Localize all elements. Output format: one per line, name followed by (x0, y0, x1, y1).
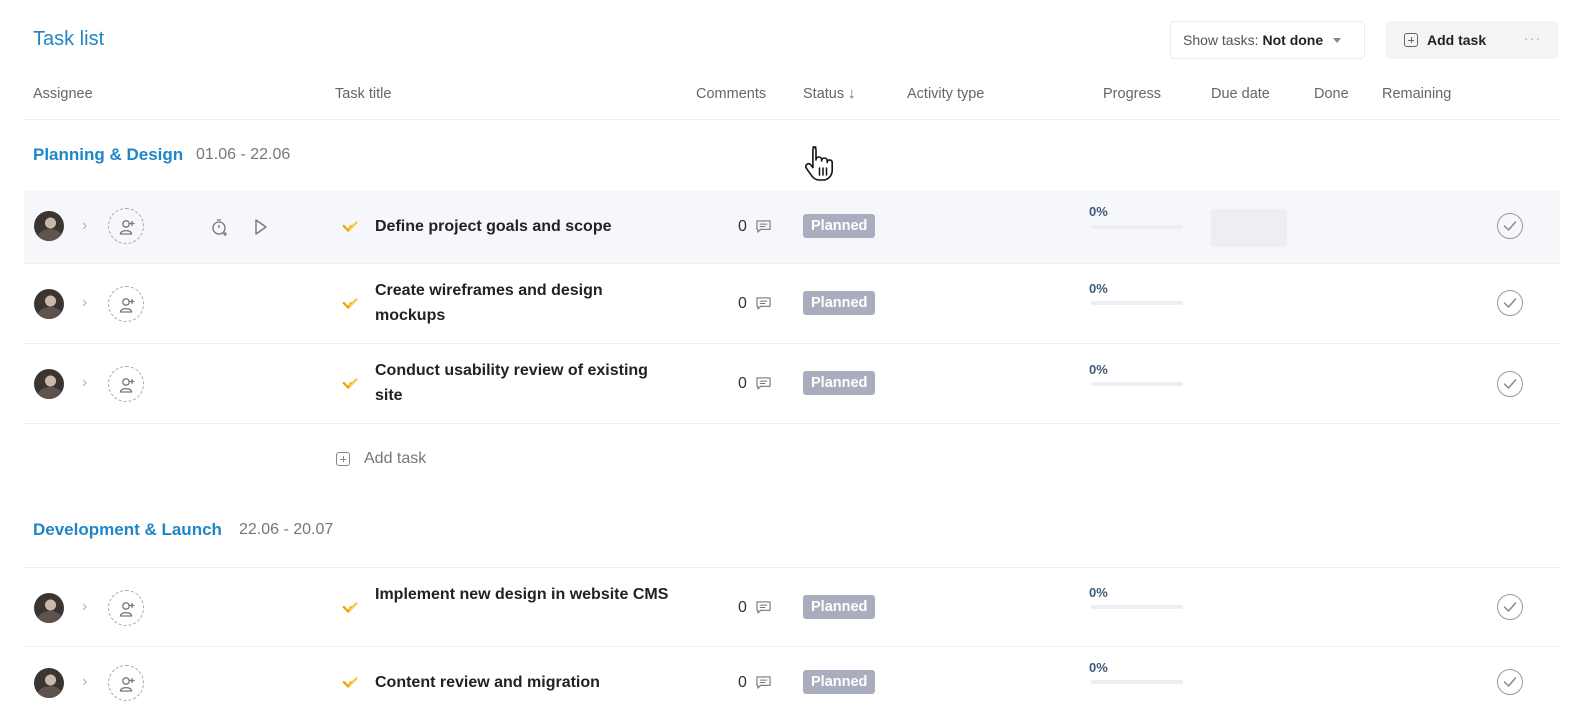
avatar[interactable] (34, 593, 64, 623)
status-badge[interactable]: Planned (803, 291, 876, 315)
plus-box-icon (336, 452, 350, 466)
page-title: Task list (33, 28, 105, 50)
task-row[interactable]: › Create wireframes and design mockups 0… (24, 264, 1560, 344)
status-badge[interactable]: Planned (803, 214, 876, 238)
comment-count: 0 (738, 375, 747, 392)
chevron-right-icon[interactable]: › (82, 598, 87, 616)
task-title[interactable]: Content review and migration (375, 670, 675, 695)
progress-bar (1091, 382, 1183, 386)
activity-type-icon (342, 218, 360, 241)
done-check-icon[interactable] (1497, 371, 1523, 397)
progress-value: 0% (1089, 660, 1108, 675)
add-assignee-icon[interactable] (108, 208, 144, 244)
comment-icon[interactable] (755, 675, 772, 695)
activity-type-icon (342, 375, 360, 398)
hand-cursor-icon (802, 144, 836, 187)
done-check-icon[interactable] (1497, 594, 1523, 620)
status-badge[interactable]: Planned (803, 595, 876, 619)
column-header-due-date[interactable]: Due date (1211, 86, 1270, 102)
status-badge[interactable]: Planned (803, 371, 876, 395)
progress-bar (1091, 605, 1183, 609)
comment-icon[interactable] (755, 600, 772, 620)
progress-bar (1091, 680, 1183, 684)
column-header-progress[interactable]: Progress (1103, 86, 1161, 102)
comment-count: 0 (738, 674, 747, 691)
task-title[interactable]: Implement new design in website CMS (375, 582, 675, 607)
comment-icon[interactable] (755, 219, 772, 239)
add-task-label: Add task (1427, 32, 1487, 48)
progress-value: 0% (1089, 585, 1108, 600)
chevron-right-icon[interactable]: › (82, 374, 87, 392)
task-title[interactable]: Define project goals and scope (375, 214, 675, 239)
activity-type-icon (342, 599, 360, 622)
done-check-icon[interactable] (1497, 290, 1523, 316)
add-task-inline-label: Add task (364, 450, 427, 467)
filter-value: Not done (1262, 32, 1324, 48)
comment-count: 0 (738, 295, 747, 312)
comment-count: 0 (738, 218, 747, 235)
activity-type-icon (342, 295, 360, 318)
column-header-assignee[interactable]: Assignee (33, 86, 93, 102)
more-options-icon[interactable]: ··· (1524, 30, 1541, 46)
header-divider (24, 119, 1560, 120)
done-check-icon[interactable] (1497, 213, 1523, 239)
chevron-right-icon[interactable]: › (82, 294, 87, 312)
avatar[interactable] (34, 369, 64, 399)
progress-bar (1091, 225, 1183, 229)
caret-down-icon (1333, 37, 1342, 43)
column-header-comments[interactable]: Comments (696, 86, 766, 102)
task-title[interactable]: Conduct usability review of existing sit… (375, 358, 675, 408)
avatar[interactable] (34, 668, 64, 698)
group-title-planning[interactable]: Planning & Design (33, 145, 183, 165)
column-header-task-title[interactable]: Task title (335, 86, 391, 102)
add-task-inline-button[interactable]: Add task (336, 450, 426, 468)
column-header-status[interactable]: Status ↓ (803, 86, 855, 102)
status-badge[interactable]: Planned (803, 670, 876, 694)
add-assignee-icon[interactable] (108, 590, 144, 626)
due-date-field[interactable] (1211, 209, 1287, 247)
done-check-icon[interactable] (1497, 669, 1523, 695)
progress-value: 0% (1089, 362, 1108, 377)
add-assignee-icon[interactable] (108, 665, 144, 701)
group-title-development[interactable]: Development & Launch (33, 520, 222, 540)
comment-icon[interactable] (755, 296, 772, 316)
avatar[interactable] (34, 289, 64, 319)
show-tasks-filter[interactable]: Show tasks: Not done (1170, 21, 1365, 59)
comment-count: 0 (738, 599, 747, 616)
task-row[interactable]: › Define project goals and scope 0 Plann… (24, 191, 1560, 264)
add-assignee-icon[interactable] (108, 286, 144, 322)
column-header-done[interactable]: Done (1314, 86, 1349, 102)
play-icon[interactable] (253, 218, 269, 241)
chevron-right-icon[interactable]: › (82, 673, 87, 691)
column-header-remaining[interactable]: Remaining (1382, 86, 1451, 102)
group-dates-planning: 01.06 - 22.06 (196, 146, 291, 163)
task-row[interactable]: › Implement new design in website CMS 0 … (24, 567, 1560, 647)
avatar[interactable] (34, 211, 64, 241)
page-header: Task list Show tasks: Not done Add task … (0, 0, 1584, 80)
task-row[interactable]: › Conduct usability review of existing s… (24, 344, 1560, 424)
progress-value: 0% (1089, 204, 1108, 219)
task-title[interactable]: Create wireframes and design mockups (375, 278, 675, 328)
plus-box-icon (1404, 33, 1418, 47)
task-row[interactable]: › Content review and migration 0 Planned… (24, 647, 1560, 720)
filter-label: Show tasks: (1183, 32, 1259, 48)
progress-bar (1091, 301, 1183, 305)
column-header-activity-type[interactable]: Activity type (907, 86, 984, 102)
timer-icon[interactable] (210, 217, 230, 242)
progress-value: 0% (1089, 281, 1108, 296)
group-dates-development: 22.06 - 20.07 (239, 521, 334, 538)
add-assignee-icon[interactable] (108, 366, 144, 402)
chevron-right-icon[interactable]: › (82, 217, 87, 235)
comment-icon[interactable] (755, 376, 772, 396)
activity-type-icon (342, 674, 360, 697)
